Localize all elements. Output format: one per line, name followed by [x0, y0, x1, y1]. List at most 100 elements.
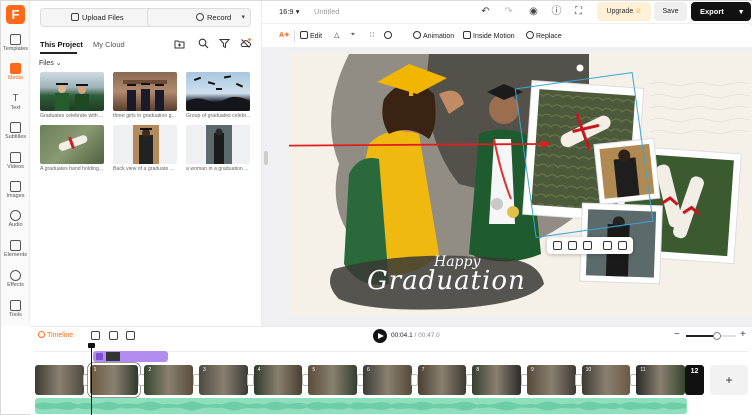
rail-subtitles[interactable]: Subtitles [1, 120, 30, 148]
video-clip[interactable]: 5 [308, 365, 357, 395]
clip-number: 4 [257, 367, 261, 373]
app-logo[interactable]: F [6, 5, 25, 24]
rail-audio[interactable]: Audio [1, 208, 30, 236]
help-icon[interactable]: ⓘ [551, 6, 562, 17]
animation-icon [413, 31, 421, 39]
timeline-toggle[interactable]: Timeline [38, 331, 73, 339]
video-clip[interactable]: 9 [527, 365, 576, 395]
save-button[interactable]: Save [654, 2, 687, 21]
clip-number: 7 [421, 367, 425, 373]
upgrade-button[interactable]: Upgrade ♕ [597, 2, 651, 21]
mosaic-icon[interactable]: ∷ [370, 31, 374, 39]
video-clip[interactable]: 4 [253, 365, 303, 395]
add-clip-button[interactable]: + [710, 365, 748, 395]
video-clip[interactable]: 3 [199, 365, 248, 395]
flip-icon[interactable]: △ [334, 31, 339, 39]
aspect-ratio-selector[interactable]: 16:9 ▾ [279, 7, 299, 16]
align-icon[interactable] [553, 241, 562, 250]
rail-videos[interactable]: Videos [1, 150, 30, 178]
video-clip[interactable]: 8 [472, 365, 521, 395]
video-icon [10, 152, 21, 163]
rail-effects[interactable]: Effects [1, 268, 30, 296]
chevron-down-icon[interactable]: ▾ [241, 9, 245, 26]
audio-track[interactable] [35, 398, 687, 414]
rail-images[interactable]: Images [1, 179, 30, 207]
templates-icon [10, 34, 21, 45]
split-icon[interactable] [91, 331, 100, 340]
animation-button[interactable]: Animation [413, 31, 454, 40]
media-thumbnail[interactable] [113, 72, 177, 111]
video-clip[interactable]: 6 [363, 365, 412, 395]
trash-icon[interactable] [618, 241, 627, 250]
cloud-off-icon[interactable] [240, 38, 251, 49]
tab-this-project[interactable]: This Project [40, 40, 83, 49]
project-title[interactable]: Untitled [314, 7, 339, 16]
canvas-area: Happy Graduation [262, 47, 752, 326]
media-thumbnail[interactable] [40, 72, 104, 111]
video-clip[interactable]: 2 [144, 365, 193, 395]
video-preview[interactable]: Happy Graduation [289, 54, 752, 316]
export-button[interactable]: Export ▾ [691, 2, 751, 21]
filter-icon[interactable] [219, 38, 230, 49]
rail-media[interactable]: Media [1, 61, 30, 89]
video-clip[interactable]: 1 [87, 363, 141, 397]
left-rail: F Templates Media T Text Subtitles Videos… [1, 1, 30, 326]
rail-templates[interactable]: Templates [1, 32, 30, 60]
image-icon [96, 353, 103, 360]
clip-number: 2 [148, 367, 152, 373]
zoom-slider-handle[interactable] [713, 332, 721, 340]
tab-my-cloud[interactable]: My Cloud [93, 40, 125, 49]
clip-number: 11 [640, 367, 646, 373]
edit-button[interactable]: Edit [300, 31, 322, 40]
script-title-line2: Graduation [367, 266, 526, 296]
snapshot-icon[interactable]: ◉ [528, 6, 539, 17]
rail-tools[interactable]: Tools [1, 298, 30, 326]
files-section-label[interactable]: Files ⌄ [39, 59, 62, 67]
media-caption: Group of graduates celebr... [186, 113, 251, 119]
redo-icon[interactable]: ↷ [503, 6, 514, 17]
panel-collapse-handle[interactable] [264, 151, 268, 165]
crown-icon: ♕ [635, 8, 642, 15]
zoom-out-icon[interactable]: − [674, 329, 680, 340]
toolbox-icon [10, 300, 21, 311]
replace-button[interactable]: Replace [526, 31, 562, 40]
audio-waveform [35, 401, 686, 411]
sparkle-icon [10, 270, 21, 281]
lock-icon[interactable] [583, 241, 592, 250]
rail-elements[interactable]: Elements [1, 238, 30, 266]
media-thumbnail[interactable] [40, 125, 104, 164]
overlay-media-clip[interactable] [93, 351, 168, 362]
video-clip[interactable]: 10 [581, 365, 631, 395]
media-thumbnail[interactable] [113, 125, 177, 164]
zoom-slider[interactable] [686, 332, 736, 340]
clip-number: 3 [203, 367, 206, 373]
ai-tools-icon[interactable]: A✦ [279, 31, 290, 39]
layers-icon[interactable] [568, 241, 577, 250]
duplicate-clip-icon[interactable] [109, 331, 118, 340]
search-icon[interactable] [198, 38, 209, 49]
crop-icon[interactable]: ⌖ [351, 31, 355, 39]
media-thumbnail[interactable] [186, 72, 250, 111]
playhead[interactable] [88, 343, 95, 415]
duplicate-icon[interactable] [603, 241, 612, 250]
delete-clip-icon[interactable] [126, 331, 135, 340]
clip-number: 5 [312, 367, 316, 373]
zoom-in-icon[interactable]: + [740, 329, 746, 340]
sliders-icon [300, 31, 308, 39]
media-caption: Back view of a graduate ... [113, 166, 175, 172]
video-clip[interactable]: 7 [417, 365, 467, 395]
timeline-panel: Timeline 00:04.1 / 00:47.0 − + 123456789… [30, 326, 752, 415]
rail-text[interactable]: T Text [1, 91, 30, 119]
inside-motion-button[interactable]: Inside Motion [463, 31, 515, 40]
play-button[interactable] [373, 329, 387, 343]
video-clip[interactable] [35, 365, 84, 395]
fullscreen-icon[interactable]: ⛶ [573, 6, 584, 17]
media-thumbnail[interactable] [186, 125, 250, 164]
music-note-icon [10, 210, 21, 221]
video-clip[interactable]: 11 [636, 365, 685, 395]
new-folder-icon[interactable] [174, 38, 185, 49]
undo-icon[interactable]: ↶ [480, 6, 491, 17]
record-button[interactable]: Record ▾ [147, 8, 251, 27]
mask-icon[interactable] [384, 31, 394, 40]
motion-icon [463, 31, 471, 39]
